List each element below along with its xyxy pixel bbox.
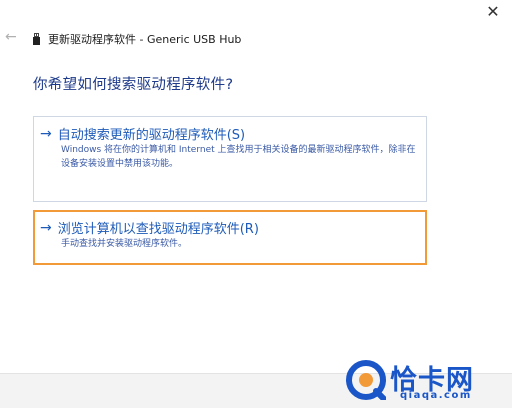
browse-computer-description: 手动查找并安装驱动程序软件。 xyxy=(61,239,188,249)
watermark-url: qiaqa.com xyxy=(400,390,472,401)
window-title: 更新驱动程序软件 - Generic USB Hub xyxy=(48,33,242,46)
auto-search-title: 自动搜索更新的驱动程序软件(S) xyxy=(57,128,246,143)
browse-computer-option[interactable]: → 浏览计算机以查找驱动程序软件(R) 手动查找并安装驱动程序软件。 xyxy=(33,210,427,265)
page-heading: 你希望如何搜索驱动程序软件? xyxy=(33,77,234,93)
browse-computer-title-row: → 浏览计算机以查找驱动程序软件(R) xyxy=(40,218,259,238)
auto-search-description: Windows 将在你的计算机和 Internet 上查找用于相关设备的最新驱动… xyxy=(61,145,416,169)
close-button[interactable]: ✕ xyxy=(484,3,502,21)
usb-device-icon xyxy=(33,33,40,45)
window-title-row: 更新驱动程序软件 - Generic USB Hub xyxy=(33,31,241,47)
back-arrow-icon[interactable]: ← xyxy=(5,29,17,45)
watermark-logo-icon xyxy=(346,360,386,400)
watermark: 恰卡网 qiaqa.com xyxy=(344,352,504,406)
arrow-right-icon: → xyxy=(40,219,52,236)
browse-computer-title: 浏览计算机以查找驱动程序软件(R) xyxy=(57,222,259,237)
auto-search-title-row: → 自动搜索更新的驱动程序软件(S) xyxy=(40,124,246,144)
arrow-right-icon: → xyxy=(40,125,52,142)
auto-search-option[interactable]: → 自动搜索更新的驱动程序软件(S) Windows 将在你的计算机和 Inte… xyxy=(33,116,427,202)
